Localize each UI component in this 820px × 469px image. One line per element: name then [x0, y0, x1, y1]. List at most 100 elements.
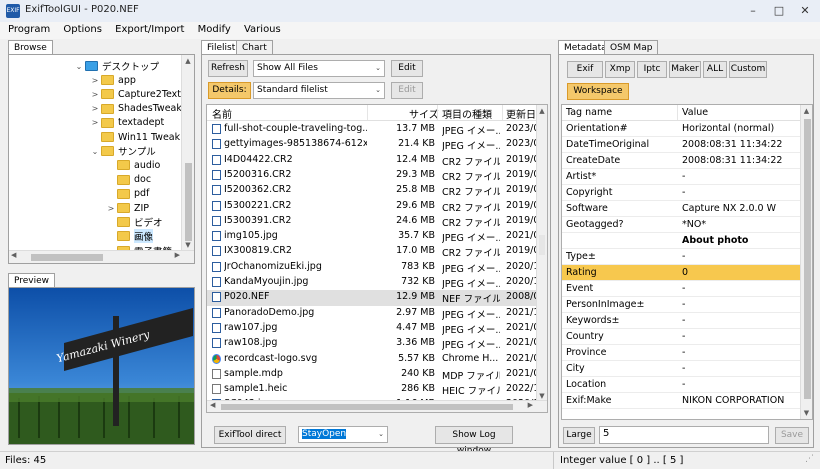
menu-export-import[interactable]: Export/Import — [110, 22, 189, 37]
save-button[interactable]: Save — [775, 427, 809, 444]
filelist-combo[interactable]: Standard filelist ⌄ — [253, 82, 385, 99]
chevron-down-icon[interactable]: ⌄ — [89, 147, 101, 156]
tree-item[interactable]: > textadept — [89, 116, 165, 130]
metadata-row[interactable]: Rating 0 — [562, 265, 800, 281]
exiftool-direct-button[interactable]: ExifTool direct — [214, 426, 286, 444]
file-row[interactable]: I5300391.CR2 24.6 MB CR2 ファイル 2019/08 — [207, 214, 537, 229]
file-row[interactable]: sample.mdp 240 KB MDP ファイル 2021/06 — [207, 367, 537, 382]
metadata-row[interactable]: Software Capture NX 2.0.0 W — [562, 201, 800, 217]
xmp-button[interactable]: Xmp — [605, 61, 635, 78]
large-button[interactable]: Large — [563, 427, 595, 444]
tree-vscrollbar[interactable]: ▲ ▼ — [181, 55, 194, 251]
menu-various[interactable]: Various — [239, 22, 286, 37]
tab-chart[interactable]: Chart — [236, 40, 273, 55]
metadata-vscrollbar[interactable]: ▲ ▼ — [800, 105, 812, 419]
tree-item[interactable]: Win11 Tweak — [89, 130, 180, 144]
scroll-right-arrow[interactable]: ▶ — [175, 251, 180, 259]
file-row[interactable]: PanoradoDemo.jpg 2.97 MB JPEG イメー... 2021/1… — [207, 306, 537, 321]
exif-button[interactable]: Exif — [567, 61, 603, 78]
file-row[interactable]: raw107.jpg 4.47 MB JPEG イメー... 2021/09 — [207, 321, 537, 336]
tree-hscrollbar[interactable]: ◀ ▶ — [9, 250, 194, 263]
minimize-button[interactable]: – — [740, 2, 766, 20]
metadata-row[interactable]: PersonInImage± - — [562, 297, 800, 313]
metadata-row[interactable]: City - — [562, 361, 800, 377]
workspace-button[interactable]: Workspace — [567, 83, 629, 100]
close-button[interactable]: ✕ — [792, 2, 818, 20]
col-tag-header[interactable]: Tag name — [566, 107, 612, 118]
metadata-row[interactable]: Country - — [562, 329, 800, 345]
tree-item[interactable]: audio — [105, 158, 160, 172]
refresh-button[interactable]: Refresh — [208, 60, 248, 77]
metadata-row[interactable]: Location - — [562, 377, 800, 393]
edit-filter-button[interactable]: Edit — [391, 60, 423, 77]
tree-item[interactable]: > ShadesTweak — [89, 102, 182, 116]
details-button[interactable]: Details: — [208, 82, 251, 99]
metadata-row[interactable]: Province - — [562, 345, 800, 361]
scroll-right-arrow[interactable]: ▶ — [528, 401, 533, 409]
scroll-left-arrow[interactable]: ◀ — [11, 251, 16, 259]
tab-osm-map[interactable]: OSM Map — [604, 40, 659, 55]
tree-item[interactable]: doc — [105, 173, 151, 187]
col-type-header[interactable]: 項目の種類 — [442, 106, 492, 121]
chevron-right-icon[interactable]: > — [89, 76, 101, 85]
filelist-hscrollbar[interactable]: ◀ ▶ — [207, 400, 547, 412]
file-row[interactable]: raw108.jpg 3.36 MB JPEG イメー... 2021/09 — [207, 336, 537, 351]
tree-item[interactable]: 画像 — [105, 229, 154, 244]
resize-grip-icon[interactable]: ⋰ — [805, 454, 814, 464]
scroll-up-arrow[interactable]: ▲ — [182, 55, 194, 67]
chevron-down-icon[interactable]: ⌄ — [73, 62, 85, 71]
metadata-row[interactable]: Copyright - — [562, 185, 800, 201]
scroll-up-arrow[interactable]: ▲ — [801, 105, 812, 117]
menu-program[interactable]: Program — [3, 22, 55, 37]
metadata-row[interactable]: Keywords± - — [562, 313, 800, 329]
file-row[interactable]: recordcast-logo.svg 5.57 KB Chrome H... 202… — [207, 352, 537, 367]
maker-button[interactable]: Maker — [669, 61, 701, 78]
scroll-left-arrow[interactable]: ◀ — [210, 401, 215, 409]
menu-options[interactable]: Options — [58, 22, 107, 37]
show-files-combo[interactable]: Show All Files ⌄ — [253, 60, 385, 77]
metadata-row[interactable]: Type± - — [562, 249, 800, 265]
edit-details-button[interactable]: Edit — [391, 82, 423, 99]
file-row[interactable]: I4D04422.CR2 12.4 MB CR2 ファイル 2019/08 — [207, 153, 537, 168]
metadata-row[interactable]: DateTimeOriginal 2008:08:31 11:34:22 — [562, 137, 800, 153]
all-button[interactable]: ALL — [703, 61, 727, 78]
tree-item[interactable]: > Capture2Text — [89, 87, 181, 101]
file-row[interactable]: KandaMyoujin.jpg 732 KB JPEG イメー... 2020/12 — [207, 275, 537, 290]
maximize-button[interactable]: □ — [766, 2, 792, 20]
file-row[interactable]: full-shot-couple-traveling-tog... 13.7 MB… — [207, 122, 537, 137]
tree-item[interactable]: ⌄ デスクトップ — [73, 59, 159, 73]
metadata-row[interactable]: About photo — [562, 233, 800, 249]
hscroll-thumb[interactable] — [31, 254, 103, 261]
tree-item[interactable]: pdf — [105, 187, 149, 201]
value-edit-field[interactable]: 5 — [599, 426, 769, 444]
tab-browse[interactable]: Browse — [8, 40, 53, 55]
tree-item[interactable]: ⌄ サンプル — [89, 144, 156, 158]
file-row[interactable]: gettyimages-985138674-612x61... 21.4 KB JP… — [207, 137, 537, 152]
scroll-down-arrow[interactable]: ▼ — [801, 407, 812, 419]
hscroll-thumb[interactable] — [221, 404, 513, 410]
tree-item[interactable]: ビデオ — [105, 215, 163, 229]
show-log-button[interactable]: Show Log window — [435, 426, 513, 456]
metadata-row[interactable]: Exif:Make NIKON CORPORATION — [562, 393, 800, 409]
stayopen-combo[interactable]: StayOpen ⌄ — [298, 426, 388, 443]
iptc-button[interactable]: Iptc — [637, 61, 667, 78]
tree-item[interactable]: > ZIP — [105, 201, 149, 215]
metadata-row[interactable]: Artist* - — [562, 169, 800, 185]
col-value-header[interactable]: Value — [682, 107, 708, 118]
metadata-row[interactable]: Event - — [562, 281, 800, 297]
file-row[interactable]: img105.jpg 35.7 KB JPEG イメー... 2021/05 — [207, 229, 537, 244]
file-row[interactable]: JrOchanomizuEki.jpg 783 KB JPEG イメー... 2020… — [207, 260, 537, 275]
chevron-right-icon[interactable]: > — [89, 90, 101, 99]
metadata-row[interactable]: Geotagged? *NO* — [562, 217, 800, 233]
file-row[interactable]: I5200362.CR2 25.8 MB CR2 ファイル 2019/08 — [207, 183, 537, 198]
scroll-thumb[interactable] — [185, 163, 192, 241]
file-row[interactable]: IX300819.CR2 17.0 MB CR2 ファイル 2019/08 — [207, 244, 537, 259]
menu-modify[interactable]: Modify — [193, 22, 236, 37]
file-row[interactable]: P020.NEF 12.9 MB NEF ファイル 2008/09 — [207, 290, 537, 306]
metadata-row[interactable]: Orientation# Horizontal (normal) — [562, 121, 800, 137]
chevron-right-icon[interactable]: > — [89, 104, 101, 113]
col-date-header[interactable]: 更新日 — [506, 106, 536, 121]
col-size-header[interactable]: サイズ — [409, 106, 439, 121]
custom-button[interactable]: Custom — [729, 61, 767, 78]
chevron-right-icon[interactable]: > — [89, 118, 101, 127]
